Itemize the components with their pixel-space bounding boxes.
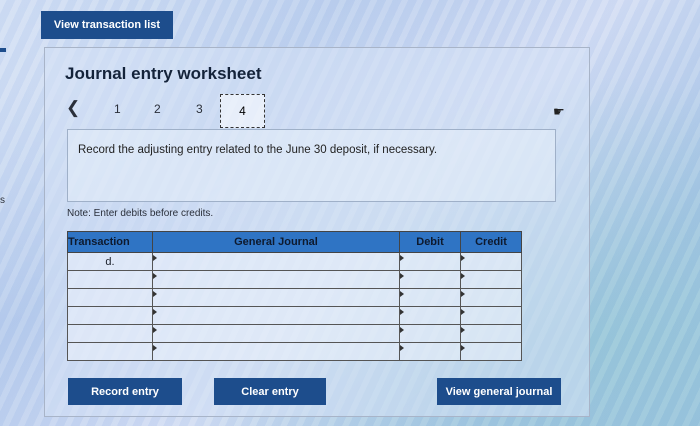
account-input[interactable] [152, 288, 400, 307]
credit-input[interactable] [460, 270, 522, 289]
transaction-cell [67, 288, 153, 307]
credit-input[interactable] [460, 252, 522, 271]
chevron-left-icon[interactable]: ❮ [66, 98, 80, 118]
transaction-cell: d. [67, 252, 153, 271]
account-input[interactable] [152, 306, 400, 325]
clear-entry-button[interactable]: Clear entry [214, 378, 326, 405]
transaction-cell [67, 270, 153, 289]
instruction-text: Record the adjusting entry related to th… [78, 144, 438, 156]
column-header-credit: Credit [460, 231, 522, 253]
debit-input[interactable] [399, 324, 461, 343]
column-header-transaction: Transaction [67, 231, 153, 253]
table-row: d. [67, 252, 522, 271]
page-3-link[interactable]: 3 [196, 102, 203, 116]
record-entry-button[interactable]: Record entry [68, 378, 182, 405]
debit-input[interactable] [399, 288, 461, 307]
account-input[interactable] [152, 342, 400, 361]
transaction-cell [67, 342, 153, 361]
page-4-current[interactable]: 4 [220, 94, 265, 128]
table-row [67, 288, 522, 307]
edge-text: s [0, 195, 5, 206]
view-general-journal-button[interactable]: View general journal [437, 378, 561, 405]
page-2-link[interactable]: 2 [154, 102, 161, 116]
transaction-cell [67, 306, 153, 325]
table-row [67, 270, 522, 289]
journal-table: Transaction General Journal Debit Credit… [67, 231, 522, 361]
debit-input[interactable] [399, 270, 461, 289]
entry-note: Note: Enter debits before credits. [67, 208, 214, 219]
transaction-cell [67, 324, 153, 343]
credit-input[interactable] [460, 306, 522, 325]
account-input[interactable] [152, 270, 400, 289]
debit-input[interactable] [399, 342, 461, 361]
table-row [67, 342, 522, 361]
debit-input[interactable] [399, 252, 461, 271]
column-header-debit: Debit [399, 231, 461, 253]
page-1-link[interactable]: 1 [114, 102, 121, 116]
column-header-general-journal: General Journal [152, 231, 400, 253]
instruction-box: Record the adjusting entry related to th… [67, 129, 556, 202]
page-title: Journal entry worksheet [65, 64, 262, 83]
debit-input[interactable] [399, 306, 461, 325]
view-transaction-list-button[interactable]: View transaction list [41, 11, 173, 39]
table-row [67, 306, 522, 325]
account-input[interactable] [152, 324, 400, 343]
side-tab [0, 48, 6, 52]
credit-input[interactable] [460, 342, 522, 361]
table-row [67, 324, 522, 343]
credit-input[interactable] [460, 288, 522, 307]
mouse-cursor-icon: ☛ [553, 104, 565, 119]
account-input[interactable] [152, 252, 400, 271]
credit-input[interactable] [460, 324, 522, 343]
